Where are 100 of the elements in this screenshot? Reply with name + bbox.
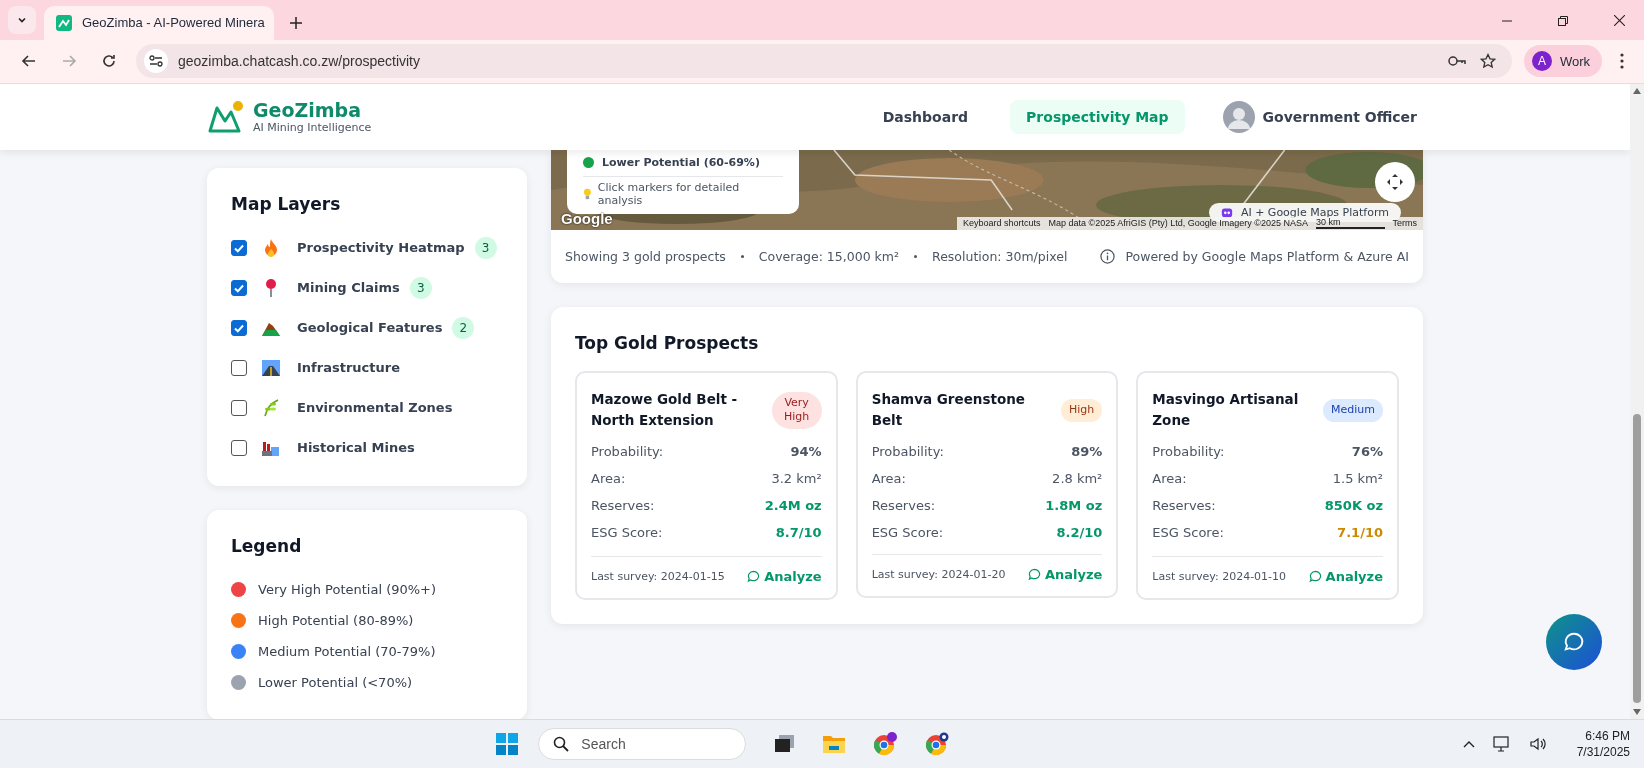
lightbulb-icon xyxy=(583,187,592,200)
legend-label: Lower Potential (60-69%) xyxy=(602,156,760,170)
analyze-link[interactable]: Analyze xyxy=(747,569,822,585)
stat-text: Coverage: 15,000 km² xyxy=(758,248,899,264)
metric-label: Probability: xyxy=(1152,444,1225,460)
keyboard-shortcuts-link[interactable]: Keyboard shortcuts xyxy=(963,218,1041,229)
legend-label: Medium Potential (70-79%) xyxy=(258,643,436,659)
metric-value: 89% xyxy=(1071,444,1103,460)
browser-icon[interactable] xyxy=(872,732,899,757)
map-attribution: Map data ©2025 AfriGIS (Pty) Ltd, Google Imagery ©2025 NASA xyxy=(1048,218,1308,229)
layer-label: Prospectivity Heatmap xyxy=(297,240,465,256)
chat-bubble-icon xyxy=(747,570,761,584)
prospect-card[interactable]: Mazowe Gold Belt - North Extension Very High Probability: 94% Area: 3.2 km² Reserves: 2.4M oz ESG Score: 8.7/10 Last survey: 2024-01-15 Analyze xyxy=(575,370,838,601)
card-title: Legend xyxy=(231,535,303,556)
browser-tab[interactable]: GeoZimba - AI-Powered Minera xyxy=(44,5,274,40)
menu-icon[interactable] xyxy=(1620,53,1624,70)
nav-link[interactable]: Dashboard xyxy=(866,99,985,134)
metric-label: Probability: xyxy=(591,444,664,460)
metric-value: 7.1/10 xyxy=(1337,525,1383,541)
powered-by-text: Powered by Google Maps Platform & Azure AI xyxy=(1125,248,1409,264)
brand-name[interactable]: GeoZimba xyxy=(253,99,372,121)
tab-title: GeoZimba - AI-Powered Minera xyxy=(82,15,265,31)
legend-label: Lower Potential (<70%) xyxy=(258,674,413,690)
start-icon[interactable] xyxy=(496,733,519,756)
metric-value: 3.2 km² xyxy=(771,471,822,487)
analyze-link[interactable]: Analyze xyxy=(1308,569,1383,585)
url-text: geozimba.chatcash.co.zw/prospectivity xyxy=(178,53,420,70)
star-icon[interactable] xyxy=(1479,53,1496,70)
analyze-link[interactable]: Analyze xyxy=(1027,567,1103,583)
key-icon[interactable] xyxy=(1447,55,1466,68)
speaker-icon[interactable] xyxy=(1528,736,1547,753)
badge-text: AI + Google Maps Platform xyxy=(1240,205,1389,219)
chat-bubble-icon xyxy=(1308,570,1322,584)
layer-label: Infrastructure xyxy=(297,360,400,376)
separator-dot xyxy=(740,254,744,258)
folder-icon[interactable] xyxy=(822,733,847,756)
layer-count: 3 xyxy=(409,276,432,299)
layer-checkbox[interactable] xyxy=(231,439,247,456)
survey-date: Last survey: 2024-01-20 xyxy=(871,568,1006,582)
metric-value: 94% xyxy=(790,444,822,460)
metric-label: Reserves: xyxy=(591,498,655,514)
address-bar[interactable]: geozimba.chatcash.co.zw/prospectivity xyxy=(136,44,1512,79)
browser-icon[interactable] xyxy=(924,732,951,757)
layer-label: Geological Features xyxy=(297,320,443,336)
chevron-up-icon[interactable] xyxy=(1462,740,1475,749)
clock[interactable]: 6:46 PM 7/31/2025 xyxy=(1576,729,1630,760)
scroll-down-icon[interactable] xyxy=(1633,709,1641,716)
separator-dot xyxy=(914,254,917,258)
potential-badge: Medium xyxy=(1323,399,1383,422)
layer-checkbox[interactable] xyxy=(231,239,247,256)
nav-link[interactable]: Prospectivity Map xyxy=(1010,99,1185,134)
survey-date: Last survey: 2024-01-15 xyxy=(591,570,725,584)
restore-icon[interactable] xyxy=(1558,15,1568,26)
terms-link[interactable]: Terms xyxy=(1392,218,1417,229)
metric-label: Area: xyxy=(871,471,906,487)
layer-checkbox[interactable] xyxy=(231,359,247,376)
layer-checkbox[interactable] xyxy=(231,319,247,336)
metric-label: Area: xyxy=(1152,471,1187,487)
google-logo: Google xyxy=(561,209,613,227)
taskbar-search-field[interactable]: Search xyxy=(538,728,747,761)
brand-tagline: AI Mining Intelligence xyxy=(253,120,372,134)
close-window-icon[interactable] xyxy=(1614,14,1625,26)
search-icon xyxy=(553,736,570,753)
metric-value: 1.8M oz xyxy=(1045,498,1103,514)
reload-icon[interactable] xyxy=(101,53,117,70)
metric-label: Area: xyxy=(591,471,626,487)
layer-checkbox[interactable] xyxy=(231,399,247,416)
card-title: Map Layers xyxy=(231,193,342,214)
site-info-icon[interactable] xyxy=(144,49,168,74)
network-icon[interactable] xyxy=(1492,736,1511,753)
scroll-up-icon[interactable] xyxy=(1633,87,1641,94)
info-icon xyxy=(1100,248,1116,264)
scrollbar[interactable] xyxy=(1630,83,1644,720)
metric-value: 8.7/10 xyxy=(775,525,822,541)
metric-value: 1.5 km² xyxy=(1332,471,1383,487)
chat-bubble-icon xyxy=(1563,630,1585,653)
layer-count: 3 xyxy=(474,236,497,259)
metric-label: Probability: xyxy=(871,444,944,460)
legend-label: High Potential (80-89%) xyxy=(258,612,414,628)
legend-label: Very High Potential (90%+) xyxy=(258,581,437,597)
metric-label: Reserves: xyxy=(1152,498,1216,514)
stat-text: Showing 3 gold prospects xyxy=(565,248,726,264)
profile-chip[interactable]: A Work xyxy=(1523,45,1602,78)
layer-label: Environmental Zones xyxy=(297,400,453,416)
metric-value: 76% xyxy=(1351,444,1383,460)
metric-label: ESG Score: xyxy=(1152,525,1224,541)
prospect-name: Shamva Greenstone Belt xyxy=(871,389,1026,431)
metric-label: ESG Score: xyxy=(591,525,663,541)
prospect-name: Mazowe Gold Belt - North Extension xyxy=(591,389,739,431)
card-title: Top Gold Prospects xyxy=(575,332,760,353)
prospect-card[interactable]: Masvingo Artisanal Zone Medium Probability: 76% Area: 1.5 km² Reserves: 850K oz ESG Score: 7.1/10 Last survey: 2024-01-10 Analyze xyxy=(1136,370,1399,601)
layer-count: 2 xyxy=(452,316,475,339)
user-name[interactable]: Government Officer xyxy=(1262,108,1417,125)
potential-badge: High xyxy=(1061,399,1103,422)
move-arrows-icon xyxy=(1385,171,1405,192)
new-tab-icon[interactable] xyxy=(290,16,302,29)
layer-checkbox[interactable] xyxy=(231,279,247,296)
chat-bubble-icon xyxy=(1027,568,1041,582)
survey-date: Last survey: 2024-01-10 xyxy=(1152,570,1287,584)
prospect-card[interactable]: Shamva Greenstone Belt High Probability: 89% Area: 2.8 km² Reserves: 1.8M oz ESG Score: 8.2/10 Last survey: 2024-01-20 Analyze xyxy=(855,370,1119,599)
